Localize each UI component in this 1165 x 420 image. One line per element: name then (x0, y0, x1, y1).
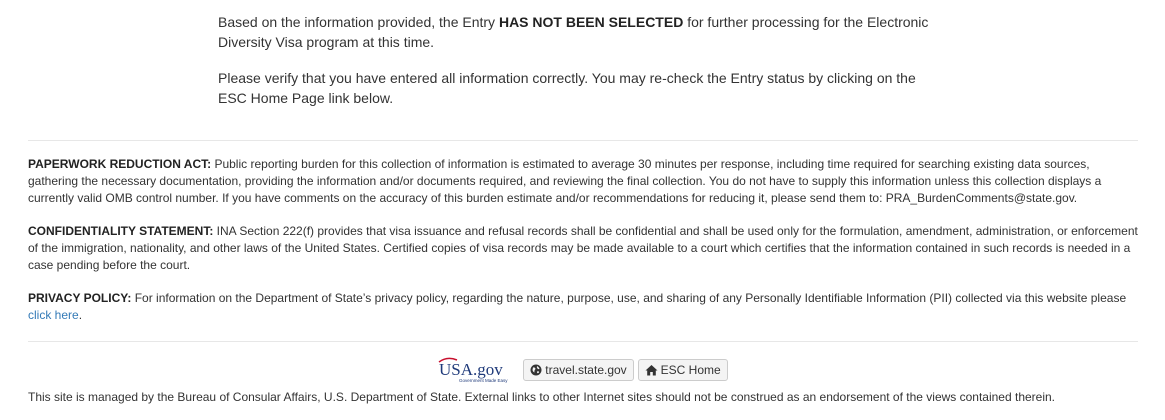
footer-links: USA.gov Government Made Easy travel.stat… (0, 356, 1165, 384)
legal-notices: PAPERWORK REDUCTION ACT: Public reportin… (28, 156, 1138, 340)
result-message: Based on the information provided, the E… (218, 12, 948, 124)
privacy-end: . (78, 308, 83, 322)
usagov-tagline: Government Made Easy (459, 378, 508, 383)
esc-home-button[interactable]: ESC Home (637, 359, 728, 381)
home-icon (645, 365, 658, 376)
top-divider (28, 140, 1138, 141)
privacy-click-here-link[interactable]: click here (28, 308, 79, 322)
paperwork-title: PAPERWORK REDUCTION ACT: (28, 157, 212, 171)
privacy-notice: PRIVACY POLICY: For information on the D… (28, 290, 1138, 324)
usagov-logo-text: USA.gov (439, 360, 503, 379)
bottom-divider (28, 341, 1138, 342)
privacy-text: For information on the Department of Sta… (131, 291, 1127, 305)
globe-icon (530, 364, 542, 376)
paperwork-reduction-notice: PAPERWORK REDUCTION ACT: Public reportin… (28, 156, 1138, 207)
selection-status-paragraph: Based on the information provided, the E… (218, 12, 948, 52)
privacy-title: PRIVACY POLICY: (28, 291, 132, 305)
verify-instructions: Please verify that you have entered all … (218, 70, 916, 106)
site-management-note: This site is managed by the Bureau of Co… (28, 390, 1056, 404)
travel-state-gov-button[interactable]: travel.state.gov (523, 359, 634, 381)
usagov-logo-graphic: USA.gov Government Made Easy (438, 357, 509, 383)
status-prefix: Based on the information provided, the E… (218, 14, 499, 30)
status-value: HAS NOT BEEN SELECTED (498, 14, 684, 30)
usagov-logo[interactable]: USA.gov Government Made Easy (437, 356, 517, 384)
confidentiality-notice: CONFIDENTIALITY STATEMENT: INA Section 2… (28, 223, 1138, 274)
travel-state-gov-label: travel.state.gov (545, 363, 627, 377)
esc-home-label: ESC Home (660, 363, 721, 377)
confidentiality-title: CONFIDENTIALITY STATEMENT: (28, 224, 214, 238)
